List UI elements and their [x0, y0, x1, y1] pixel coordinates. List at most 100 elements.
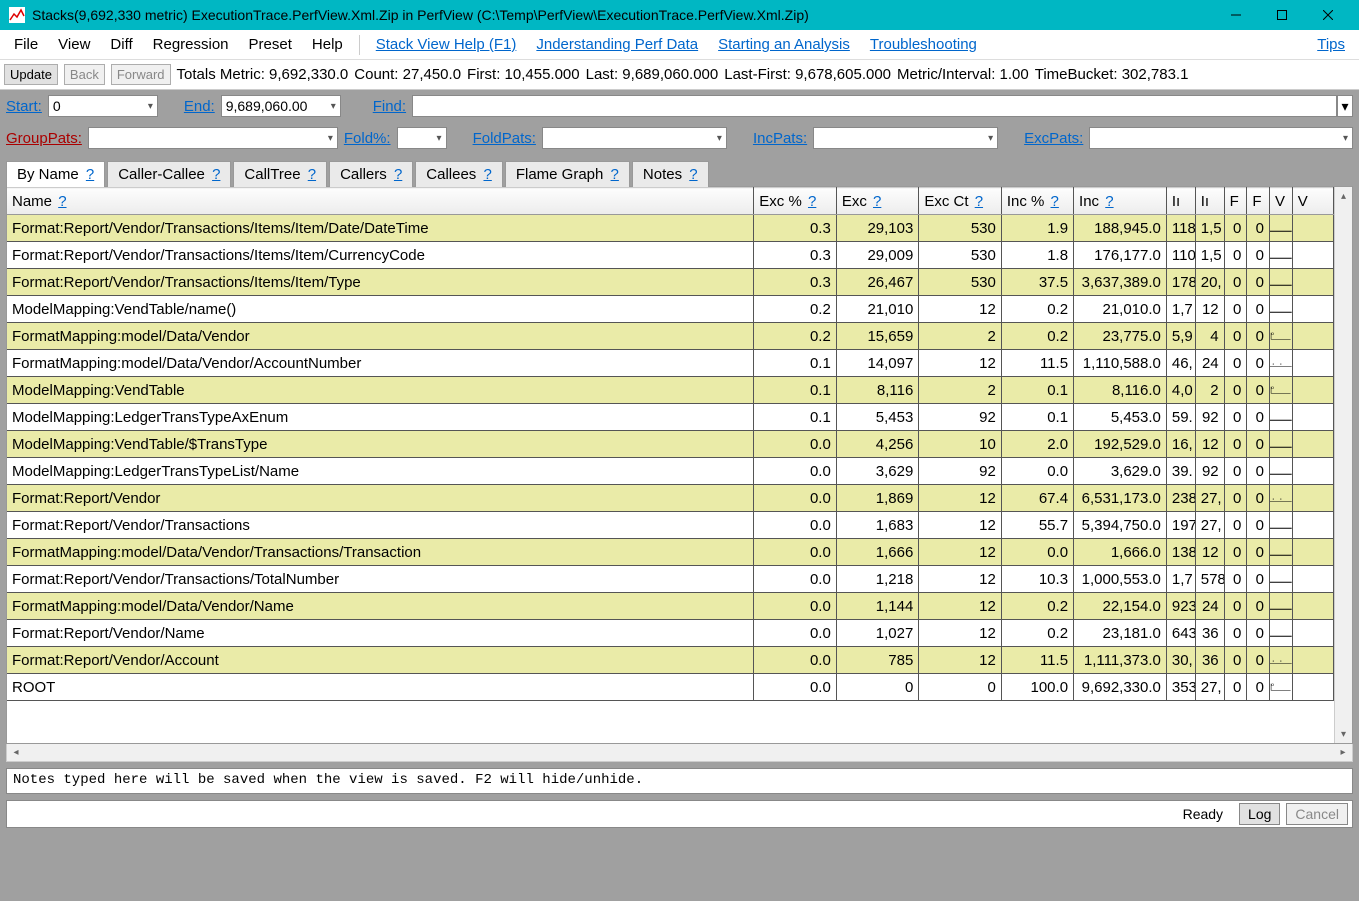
horizontal-scrollbar[interactable]: ◂ ▸ — [6, 744, 1353, 762]
menu-diff[interactable]: Diff — [102, 32, 140, 57]
incpats-label[interactable]: IncPats: — [753, 130, 807, 147]
table-row[interactable]: Format:Report/Vendor/Transactions/Items/… — [7, 215, 1334, 242]
fold-label[interactable]: Fold%: — [344, 130, 391, 147]
cell-name: ModelMapping:LedgerTransTypeAxEnum — [7, 404, 754, 431]
scroll-up-icon[interactable]: ▴ — [1335, 187, 1352, 205]
update-button[interactable]: Update — [4, 64, 58, 85]
cancel-button[interactable]: Cancel — [1286, 803, 1348, 825]
table-row[interactable]: ROOT0.000100.09,692,330.035327,00o — [7, 674, 1334, 701]
link-starting-analysis[interactable]: Starting an Analysis — [710, 32, 858, 57]
maximize-button[interactable] — [1259, 0, 1305, 30]
link-understanding-perf-data[interactable]: Jnderstanding Perf Data — [528, 32, 706, 57]
fold-input[interactable]: ▾ — [397, 127, 447, 149]
foldpats-label[interactable]: FoldPats: — [473, 130, 536, 147]
end-input[interactable]: 9,689,060.00▾ — [221, 95, 341, 117]
tab-caller-callee[interactable]: Caller-Callee ? — [107, 161, 231, 187]
incpats-input[interactable]: ▾ — [813, 127, 998, 149]
cell-exc-pct: 0.0 — [754, 512, 837, 539]
menu-file[interactable]: File — [6, 32, 46, 57]
cell-c8: 27, — [1195, 512, 1224, 539]
app-icon — [8, 6, 26, 24]
menu-view[interactable]: View — [50, 32, 98, 57]
cell-c8: 20, — [1195, 269, 1224, 296]
table-row[interactable]: FormatMapping:model/Data/Vendor/Name0.01… — [7, 593, 1334, 620]
table-row[interactable]: ModelMapping:LedgerTransTypeList/Name0.0… — [7, 458, 1334, 485]
table-row[interactable]: ModelMapping:VendTable/name()0.221,01012… — [7, 296, 1334, 323]
table-row[interactable]: ModelMapping:VendTable/$TransType0.04,25… — [7, 431, 1334, 458]
table-row[interactable]: Format:Report/Vendor/Transactions/Items/… — [7, 242, 1334, 269]
tab-flame-graph[interactable]: Flame Graph ? — [505, 161, 630, 187]
cell-c10: 0 — [1247, 620, 1270, 647]
cell-exc-ct: 92 — [919, 404, 1002, 431]
table-row[interactable]: Format:Report/Vendor/Account0.07851211.5… — [7, 647, 1334, 674]
tab-notes[interactable]: Notes ? — [632, 161, 709, 187]
menu-preset[interactable]: Preset — [241, 32, 300, 57]
tab-callers[interactable]: Callers ? — [329, 161, 413, 187]
link-troubleshooting[interactable]: Troubleshooting — [862, 32, 985, 57]
cell-c7: 110 — [1166, 242, 1195, 269]
tab-calltree[interactable]: CallTree ? — [233, 161, 327, 187]
link-tips[interactable]: Tips — [1309, 32, 1353, 57]
table-row[interactable]: FormatMapping:model/Data/Vendor0.215,659… — [7, 323, 1334, 350]
table-row[interactable]: ModelMapping:VendTable0.18,11620.18,116.… — [7, 377, 1334, 404]
cell-name: ROOT — [7, 674, 754, 701]
cell-c7: 197 — [1166, 512, 1195, 539]
scroll-left-icon[interactable]: ◂ — [7, 747, 25, 758]
start-label[interactable]: Start: — [6, 98, 42, 115]
table-row[interactable]: Format:Report/Vendor/Transactions/TotalN… — [7, 566, 1334, 593]
start-input[interactable]: 0▾ — [48, 95, 158, 117]
scroll-down-icon[interactable]: ▾ — [1335, 725, 1352, 743]
cell-inc: 6,531,173.0 — [1074, 485, 1167, 512]
filter-row-1: Start: 0▾ End: 9,689,060.00▾ Find: ▾ — [0, 90, 1359, 122]
link-stack-view-help[interactable]: Stack View Help (F1) — [368, 32, 525, 57]
cell-name: FormatMapping:model/Data/Vendor/AccountN… — [7, 350, 754, 377]
data-grid[interactable]: Name ? Exc % ? Exc ? Exc Ct ? Inc % ? In… — [7, 187, 1334, 701]
table-row[interactable]: Format:Report/Vendor0.01,8691267.46,531,… — [7, 485, 1334, 512]
excpats-input[interactable]: ▾ — [1089, 127, 1353, 149]
cell-spark — [1270, 512, 1293, 539]
cell-c12 — [1292, 674, 1333, 701]
table-row[interactable]: FormatMapping:model/Data/Vendor/AccountN… — [7, 350, 1334, 377]
cell-c10: 0 — [1247, 485, 1270, 512]
titlebar[interactable]: Stacks(9,692,330 metric) ExecutionTrace.… — [0, 0, 1359, 30]
close-button[interactable] — [1305, 0, 1351, 30]
tab-by-name[interactable]: By Name ? — [6, 161, 105, 187]
grid-header-row[interactable]: Name ? Exc % ? Exc ? Exc Ct ? Inc % ? In… — [7, 188, 1334, 215]
menu-help[interactable]: Help — [304, 32, 351, 57]
grouppats-input[interactable]: ▾ — [88, 127, 338, 149]
cell-exc-ct: 12 — [919, 647, 1002, 674]
notes-field[interactable]: Notes typed here will be saved when the … — [6, 768, 1353, 794]
excpats-label[interactable]: ExcPats: — [1024, 130, 1083, 147]
cell-inc: 5,453.0 — [1074, 404, 1167, 431]
grouppats-label[interactable]: GroupPats: — [6, 130, 82, 147]
foldpats-input[interactable]: ▾ — [542, 127, 727, 149]
col-inc-pct: Inc % ? — [1001, 188, 1073, 215]
back-button[interactable]: Back — [64, 64, 105, 85]
table-row[interactable]: Format:Report/Vendor/Name0.01,027120.223… — [7, 620, 1334, 647]
menu-regression[interactable]: Regression — [145, 32, 237, 57]
find-label[interactable]: Find: — [373, 98, 406, 115]
tab-callees[interactable]: Callees ? — [415, 161, 503, 187]
minimize-button[interactable] — [1213, 0, 1259, 30]
chevron-down-icon: ▾ — [988, 133, 993, 144]
table-row[interactable]: FormatMapping:model/Data/Vendor/Transact… — [7, 539, 1334, 566]
forward-button[interactable]: Forward — [111, 64, 171, 85]
chevron-down-icon: ▾ — [328, 133, 333, 144]
scroll-right-icon[interactable]: ▸ — [1334, 747, 1352, 758]
table-row[interactable]: Format:Report/Vendor/Transactions/Items/… — [7, 269, 1334, 296]
vertical-scrollbar[interactable]: ▴ ▾ — [1334, 187, 1352, 743]
chevron-down-icon: ▾ — [437, 133, 442, 144]
cell-inc-pct: 0.1 — [1001, 404, 1073, 431]
table-row[interactable]: Format:Report/Vendor/Transactions0.01,68… — [7, 512, 1334, 539]
cell-c12 — [1292, 242, 1333, 269]
end-label[interactable]: End: — [184, 98, 215, 115]
find-input[interactable] — [412, 95, 1337, 117]
cell-c7: 353 — [1166, 674, 1195, 701]
cell-exc-pct: 0.3 — [754, 242, 837, 269]
cell-exc-pct: 0.1 — [754, 350, 837, 377]
log-button[interactable]: Log — [1239, 803, 1280, 825]
cell-c8: 24 — [1195, 593, 1224, 620]
table-row[interactable]: ModelMapping:LedgerTransTypeAxEnum 0.15,4… — [7, 404, 1334, 431]
cell-c7: 138 — [1166, 539, 1195, 566]
cell-c10: 0 — [1247, 566, 1270, 593]
